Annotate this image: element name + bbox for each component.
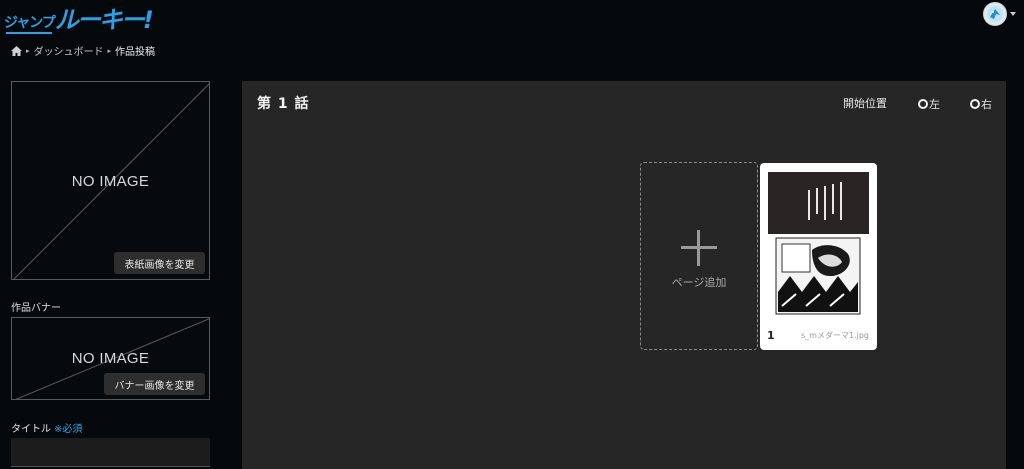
required-badge: ※必須	[54, 424, 83, 435]
cover-image-box: NO IMAGE 表紙画像を変更	[11, 81, 210, 280]
banner-image-box: NO IMAGE バナー画像を変更	[11, 317, 210, 400]
site-logo[interactable]: ジャンプ ルーキー!	[4, 4, 154, 34]
page-number: 1	[767, 329, 775, 342]
logo-underline	[6, 32, 52, 34]
start-left-radio[interactable]: 左	[918, 96, 940, 112]
radio-circle-icon[interactable]	[970, 99, 980, 109]
start-right-radio[interactable]: 右	[970, 96, 992, 112]
title-field-label-row: タイトル ※必須	[11, 420, 82, 435]
change-cover-button[interactable]: 表紙画像を変更	[114, 252, 205, 274]
banner-no-image-text: NO IMAGE	[71, 350, 150, 367]
manga-page-image	[768, 172, 869, 315]
episode-panel: 第 1 話 開始位置 左 右 ページ追加 1 s_mメダーマ1.jpg	[242, 81, 1006, 469]
avatar[interactable]	[983, 2, 1007, 26]
breadcrumb: ▸ ダッシュボード ▸ 作品投稿	[11, 43, 155, 58]
page-file-name: s_mメダーマ1.jpg	[801, 331, 869, 340]
breadcrumb-separator: ▸	[26, 46, 30, 55]
plus-icon	[681, 230, 717, 266]
title-label: タイトル	[11, 424, 51, 435]
page-card[interactable]: 1 s_mメダーマ1.jpg	[760, 163, 877, 350]
chevron-down-icon[interactable]	[1010, 12, 1016, 16]
cover-no-image-text: NO IMAGE	[71, 173, 150, 190]
add-page-label: ページ追加	[671, 276, 727, 289]
radio-circle-icon[interactable]	[918, 99, 928, 109]
user-menu[interactable]	[983, 2, 1016, 26]
title-input[interactable]	[11, 438, 210, 467]
avatar-icon	[987, 6, 1003, 22]
add-page-button[interactable]: ページ追加	[640, 162, 758, 350]
change-banner-button[interactable]: バナー画像を変更	[104, 373, 205, 395]
breadcrumb-separator: ▸	[107, 46, 112, 55]
radio-label-left: 左	[929, 98, 940, 111]
start-position-label: 開始位置	[843, 97, 887, 110]
page-thumbnail	[768, 172, 869, 320]
home-icon[interactable]	[11, 45, 22, 56]
breadcrumb-dashboard-link[interactable]: ダッシュボード	[34, 43, 104, 58]
left-column: NO IMAGE 表紙画像を変更 作品バナー NO IMAGE バナー画像を変更…	[11, 81, 210, 467]
episode-title: 第 1 話	[257, 96, 310, 112]
banner-label: 作品バナー	[11, 303, 61, 314]
logo-text-big: ルーキー!	[54, 6, 154, 34]
logo-text-small: ジャンプ	[4, 15, 56, 31]
radio-label-right: 右	[981, 98, 992, 111]
breadcrumb-current: 作品投稿	[115, 47, 156, 58]
